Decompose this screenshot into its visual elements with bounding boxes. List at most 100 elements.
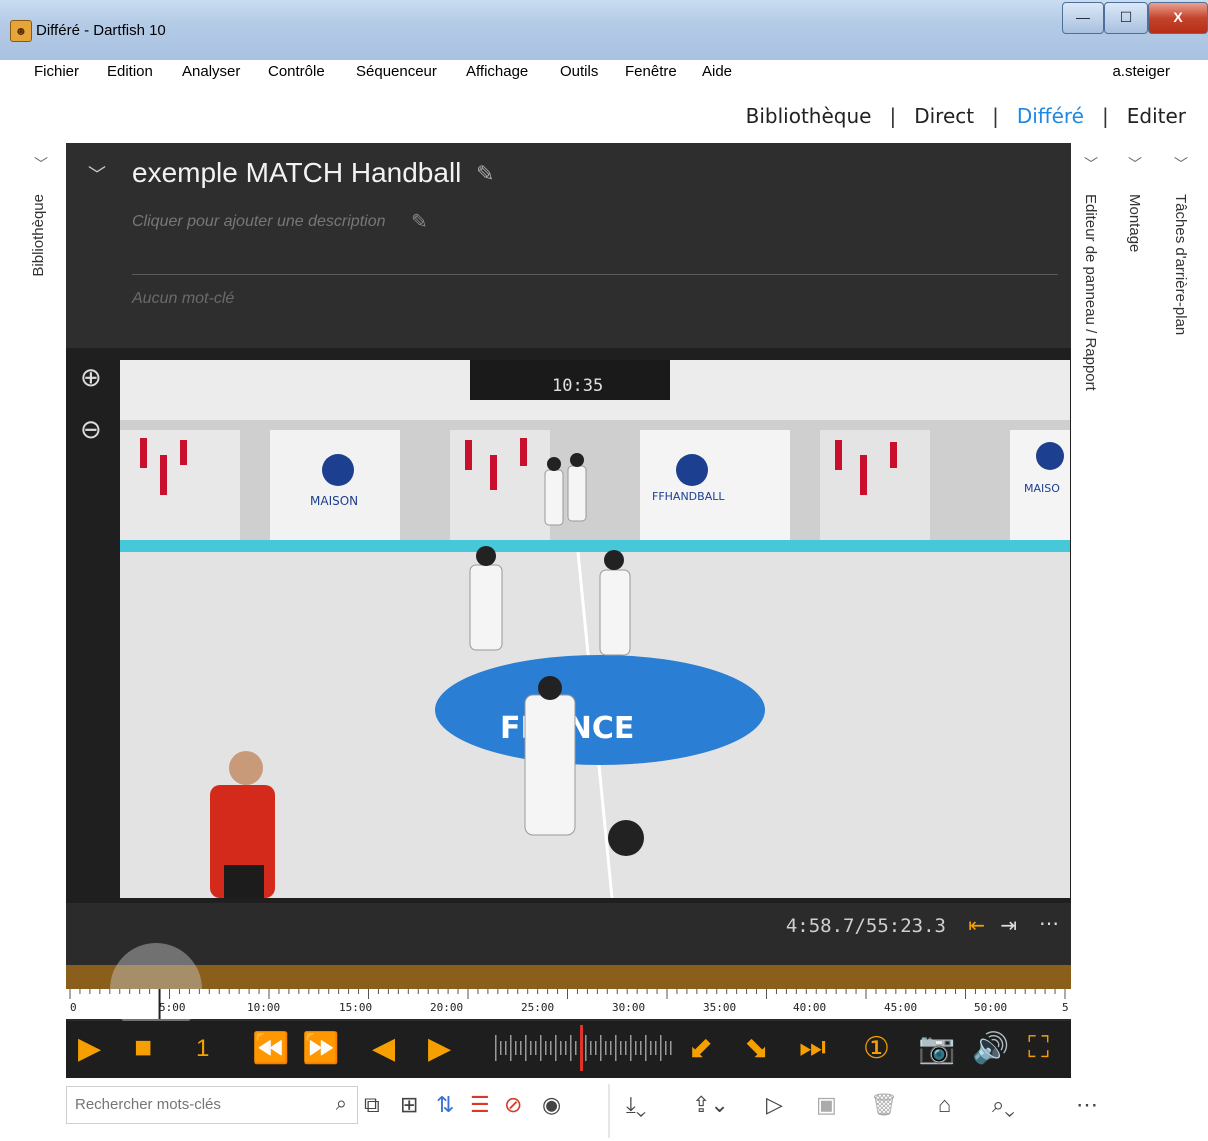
- timeline-track[interactable]: [66, 965, 1071, 989]
- maximize-button[interactable]: ☐: [1104, 2, 1148, 34]
- pencil-icon[interactable]: ✎: [411, 209, 428, 234]
- tab-differe[interactable]: Différé: [1017, 104, 1084, 128]
- banner-text: MAISON: [310, 494, 358, 508]
- jog-stripe: [575, 1041, 577, 1055]
- fullscreen-icon[interactable]: ⛶: [1028, 1031, 1049, 1065]
- step-forward-icon[interactable]: ▶: [428, 1031, 451, 1066]
- rewind-icon[interactable]: ⏪: [252, 1031, 289, 1066]
- jog-stripe: [625, 1041, 627, 1055]
- camera-icon[interactable]: 📷: [918, 1031, 955, 1066]
- jog-stripe: [640, 1041, 642, 1055]
- volume-icon[interactable]: 🔊: [972, 1031, 1009, 1066]
- jog-stripe: [655, 1041, 657, 1055]
- jog-stripe: [600, 1035, 602, 1061]
- user-name[interactable]: a.steiger: [1112, 63, 1170, 80]
- set-in-point-icon[interactable]: ⬋: [688, 1031, 713, 1066]
- chevron-down-icon[interactable]: ﹀: [1128, 154, 1142, 174]
- import-icon[interactable]: ⤓⌄: [626, 1092, 646, 1118]
- tab-separator: |: [889, 104, 897, 128]
- expand-all-icon[interactable]: ⊞: [400, 1092, 418, 1118]
- jog-stripe: [540, 1035, 542, 1061]
- jog-stripe: [620, 1041, 622, 1055]
- timeline-ruler[interactable]: 0 5:00 10:00 15:00 20:00 25:00 30:00 35:…: [66, 989, 1071, 1019]
- chevron-down-icon[interactable]: ﹀: [34, 154, 48, 174]
- sort-az-icon[interactable]: ⇅: [436, 1092, 454, 1118]
- jog-stripe: [615, 1035, 617, 1061]
- set-out-point-icon[interactable]: ⬊: [744, 1031, 769, 1066]
- tab-bibliotheque[interactable]: Bibliothèque: [746, 104, 872, 128]
- play-icon[interactable]: ▶: [78, 1031, 101, 1066]
- menu-outils[interactable]: Outils: [560, 63, 598, 80]
- step-back-icon[interactable]: ◀: [372, 1031, 395, 1066]
- clip-keywords[interactable]: Aucun mot-clé: [132, 290, 234, 308]
- mode-tabs: Bibliothèque | Direct | Différé | Editer: [746, 104, 1186, 128]
- more-options-icon[interactable]: ⋯: [1039, 911, 1059, 936]
- clip-header: ﹀ exemple MATCH Handball ✎ Cliquer pour …: [66, 143, 1071, 348]
- video-area: ⊕ ⊖ 10:35 MAISON FFHANDBALL MAISO: [66, 348, 1071, 903]
- search-icon[interactable]: ⌕: [336, 1093, 347, 1116]
- fast-forward-icon[interactable]: ⏩: [302, 1031, 339, 1066]
- menu-controle[interactable]: Contrôle: [268, 63, 325, 80]
- chevron-down-icon[interactable]: ﹀: [88, 161, 106, 187]
- clip-description[interactable]: Cliquer pour ajouter une description: [132, 213, 385, 231]
- video-frame[interactable]: 10:35 MAISON FFHANDBALL MAISO FRANCE: [120, 360, 1070, 898]
- tab-separator: |: [992, 104, 999, 128]
- menu-edition[interactable]: Edition: [107, 63, 153, 80]
- menu-sequenceur[interactable]: Séquenceur: [356, 63, 437, 80]
- tick-label: 50:00: [974, 1001, 1008, 1014]
- tick-label: 30:00: [612, 1001, 646, 1014]
- tick-label: 5:00: [159, 1001, 186, 1014]
- tick-label: 35:00: [703, 1001, 737, 1014]
- pencil-icon[interactable]: ✎: [476, 161, 494, 187]
- menu-fenetre[interactable]: Fenêtre: [625, 63, 677, 80]
- trash-icon[interactable]: 🗑: [870, 1092, 898, 1118]
- window-titlebar: ☻ Différé - Dartfish 10 — ☐ X: [0, 0, 1208, 61]
- jog-wheel[interactable]: [491, 1031, 676, 1065]
- menu-fichier[interactable]: Fichier: [34, 63, 79, 80]
- transport-controls: 4:58.7/55:23.3 ⇤ ⇥ ⋯ 0 5:00 10:00 15:00 …: [66, 903, 1071, 1078]
- zoom-out-icon[interactable]: ⊖: [80, 414, 102, 445]
- visibility-icon[interactable]: ◉: [542, 1092, 561, 1118]
- go-to-end-icon[interactable]: ⏭: [799, 1031, 826, 1065]
- keyword-search-input[interactable]: [73, 1095, 307, 1114]
- bottom-toolbar: ⌕ ⧉ ⊞ ⇅ ☰ ⊘ ◉ ⤓⌄ ⇪⌄ ▷ ▣ 🗑 ⌂ ⌕⌄ ⋯: [66, 1080, 1208, 1141]
- play-outline-icon[interactable]: ▷: [766, 1092, 783, 1118]
- stop-icon[interactable]: ■: [134, 1031, 152, 1065]
- side-tab-montage[interactable]: Montage: [1126, 194, 1143, 252]
- zoom-in-icon[interactable]: ⊕: [80, 362, 102, 393]
- side-tab-editeur-panneau[interactable]: Editeur de panneau / Rapport: [1082, 194, 1099, 391]
- keyword-search-box[interactable]: ⌕: [66, 1086, 358, 1124]
- jog-stripe: [645, 1035, 647, 1061]
- collapse-all-icon[interactable]: ⧉: [364, 1092, 380, 1118]
- sort-icon[interactable]: ☰: [470, 1092, 490, 1118]
- tick-label: 20:00: [430, 1001, 464, 1014]
- chevron-down-icon[interactable]: ﹀: [1174, 154, 1188, 174]
- search-dropdown-icon[interactable]: ⌕⌄: [992, 1092, 1015, 1118]
- mark-in-icon[interactable]: ⇤: [968, 913, 985, 938]
- mark-out-icon[interactable]: ⇥: [1000, 913, 1017, 938]
- close-button[interactable]: X: [1148, 2, 1208, 34]
- jog-stripe: [525, 1035, 527, 1061]
- tick-label: 40:00: [793, 1001, 827, 1014]
- share-icon[interactable]: ⇪⌄: [692, 1092, 729, 1118]
- more-options-icon[interactable]: ⋯: [1076, 1092, 1098, 1118]
- menu-analyser[interactable]: Analyser: [182, 63, 240, 80]
- scoreboard-text: 10:35: [552, 376, 603, 396]
- home-icon[interactable]: ⌂: [938, 1092, 951, 1118]
- minimize-button[interactable]: —: [1062, 2, 1104, 34]
- menu-affichage[interactable]: Affichage: [466, 63, 528, 80]
- save-icon[interactable]: ▣: [816, 1092, 837, 1118]
- speed-value[interactable]: 1: [196, 1035, 209, 1063]
- tab-editer[interactable]: Editer: [1127, 104, 1186, 128]
- jog-stripe: [505, 1041, 507, 1055]
- filter-off-icon[interactable]: ⊘: [504, 1092, 522, 1118]
- menu-aide[interactable]: Aide: [702, 63, 732, 80]
- jog-stripe: [500, 1041, 502, 1055]
- side-tab-bibliotheque[interactable]: Bibliothèque: [30, 194, 47, 277]
- replay-icon[interactable]: ①: [863, 1031, 890, 1066]
- chevron-down-icon[interactable]: ﹀: [1084, 154, 1098, 174]
- tab-direct[interactable]: Direct: [914, 104, 974, 128]
- side-tab-taches[interactable]: Tâches d'arrière-plan: [1172, 194, 1189, 335]
- clip-title[interactable]: exemple MATCH Handball: [132, 157, 461, 189]
- time-readout: 4:58.7/55:23.3: [785, 915, 946, 937]
